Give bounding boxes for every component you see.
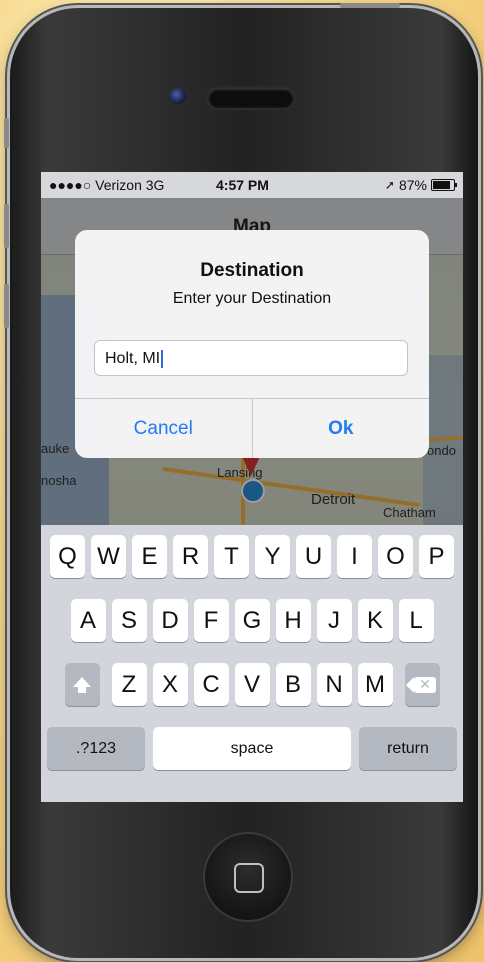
destination-input-value: Holt, MI (105, 350, 161, 367)
power-button (340, 3, 400, 8)
destination-input[interactable]: Holt, MI (94, 340, 408, 376)
backspace-icon: ✕ (406, 676, 436, 693)
key-z[interactable]: Z (111, 663, 147, 706)
key-m[interactable]: M (357, 663, 393, 706)
key-l[interactable]: L (398, 599, 434, 642)
key-j[interactable]: J (316, 599, 352, 642)
backspace-key[interactable]: ✕ (404, 663, 440, 706)
battery-group: ➚ 87% (384, 177, 457, 193)
key-o[interactable]: O (378, 535, 413, 578)
key-a[interactable]: A (70, 599, 106, 642)
key-s[interactable]: S (111, 599, 147, 642)
key-x[interactable]: X (152, 663, 188, 706)
ok-button[interactable]: Ok (251, 399, 430, 458)
location-arrow-icon: ➚ (384, 178, 395, 192)
key-q[interactable]: Q (50, 535, 85, 578)
key-r[interactable]: R (173, 535, 208, 578)
key-d[interactable]: D (152, 599, 188, 642)
destination-alert: Destination Enter your Destination Holt,… (75, 230, 429, 458)
carrier-label: ●●●●○ Verizon 3G (49, 177, 165, 193)
shift-arrow-icon (73, 676, 91, 693)
cancel-button[interactable]: Cancel (75, 399, 252, 458)
key-i[interactable]: I (337, 535, 372, 578)
key-c[interactable]: C (193, 663, 229, 706)
shift-key[interactable] (64, 663, 100, 706)
key-g[interactable]: G (234, 599, 270, 642)
screen: ●●●●○ Verizon 3G 4:57 PM ➚ 87% Map auke … (41, 172, 463, 802)
key-n[interactable]: N (316, 663, 352, 706)
battery-icon (431, 179, 457, 191)
alert-buttons: Cancel Ok (75, 398, 429, 458)
alert-message: Enter your Destination (172, 290, 332, 307)
text-caret (161, 349, 164, 368)
key-b[interactable]: B (275, 663, 311, 706)
volume-down-button (4, 284, 9, 328)
home-square-icon (234, 863, 264, 893)
key-e[interactable]: E (132, 535, 167, 578)
key-k[interactable]: K (357, 599, 393, 642)
numbers-key[interactable]: .?123 (47, 727, 145, 770)
keyboard: Q W E R T Y U I O P A S D F G H J K L Z … (41, 525, 463, 802)
key-t[interactable]: T (214, 535, 249, 578)
keyboard-row-3: Z X C V B N M ✕ (41, 663, 463, 706)
key-u[interactable]: U (296, 535, 331, 578)
key-w[interactable]: W (91, 535, 126, 578)
return-key[interactable]: return (359, 727, 457, 770)
key-f[interactable]: F (193, 599, 229, 642)
key-p[interactable]: P (419, 535, 454, 578)
status-time: 4:57 PM (216, 177, 269, 193)
alert-title: Destination (200, 260, 304, 281)
front-camera (170, 88, 186, 104)
earpiece-speaker (208, 88, 294, 108)
home-button[interactable] (205, 834, 291, 920)
status-bar: ●●●●○ Verizon 3G 4:57 PM ➚ 87% (41, 172, 463, 198)
volume-up-button (4, 204, 9, 248)
keyboard-row-1: Q W E R T Y U I O P (41, 535, 463, 578)
mute-switch (4, 118, 9, 148)
keyboard-row-4: .?123 space return (41, 727, 463, 770)
keyboard-row-2: A S D F G H J K L (41, 599, 463, 642)
battery-percent: 87% (398, 177, 427, 193)
space-key[interactable]: space (153, 727, 351, 770)
key-h[interactable]: H (275, 599, 311, 642)
key-y[interactable]: Y (255, 535, 290, 578)
key-v[interactable]: V (234, 663, 270, 706)
